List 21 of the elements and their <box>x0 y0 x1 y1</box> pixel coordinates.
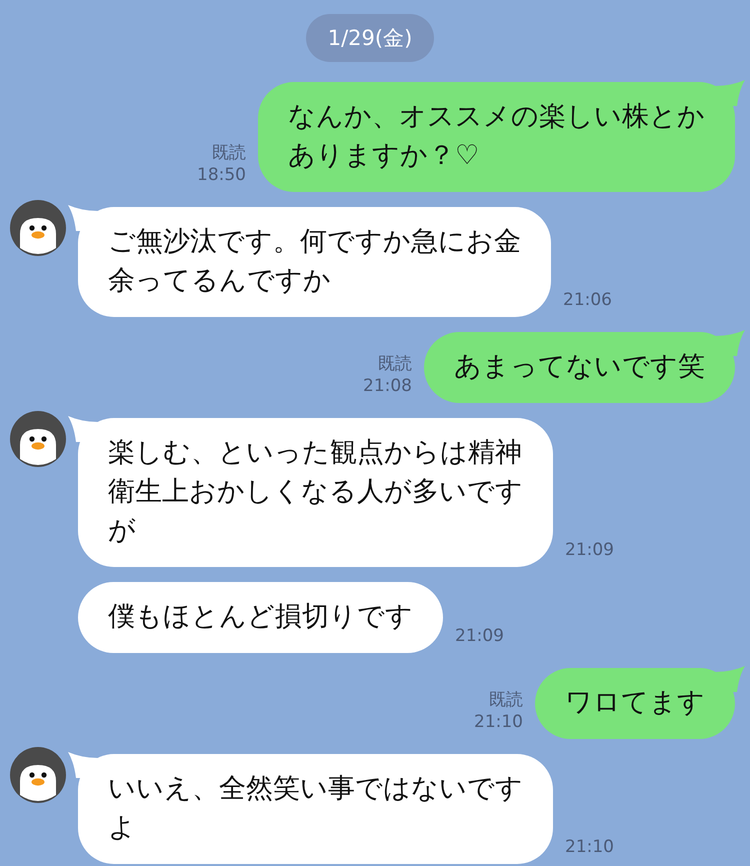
date-label: 1/29(金) <box>306 14 434 62</box>
message-time: 18:50 <box>197 164 246 186</box>
message-time: 21:09 <box>455 625 504 647</box>
penguin-avatar-icon[interactable] <box>10 411 66 467</box>
message-text: ご無沙汰です。何ですか急にお金 余ってるんですか <box>108 226 521 296</box>
message-text: ワロてます <box>565 687 705 718</box>
message-time: 21:06 <box>563 289 612 311</box>
read-receipt: 既読 <box>489 689 523 711</box>
message-text: いいえ、全然笑い事ではないです よ <box>108 773 523 843</box>
message-text: 楽しむ、といった観点からは精神 衛生上おかしくなる人が多いです が <box>108 437 523 546</box>
read-receipt: 既読 <box>378 353 412 375</box>
message-text: 僕もほとんど損切りです <box>108 601 413 632</box>
message-time: 21:09 <box>565 539 614 561</box>
message-text: なんか、オススメの楽しい株とか ありますか？♡ <box>288 101 705 171</box>
message-time: 21:10 <box>565 836 614 858</box>
message-text: あまってないです笑 <box>454 351 705 382</box>
message-time: 21:08 <box>363 375 412 397</box>
read-receipt: 既読 <box>212 142 246 164</box>
penguin-avatar-icon[interactable] <box>10 747 66 803</box>
penguin-avatar-icon[interactable] <box>10 200 66 256</box>
message-time: 21:10 <box>474 711 523 733</box>
